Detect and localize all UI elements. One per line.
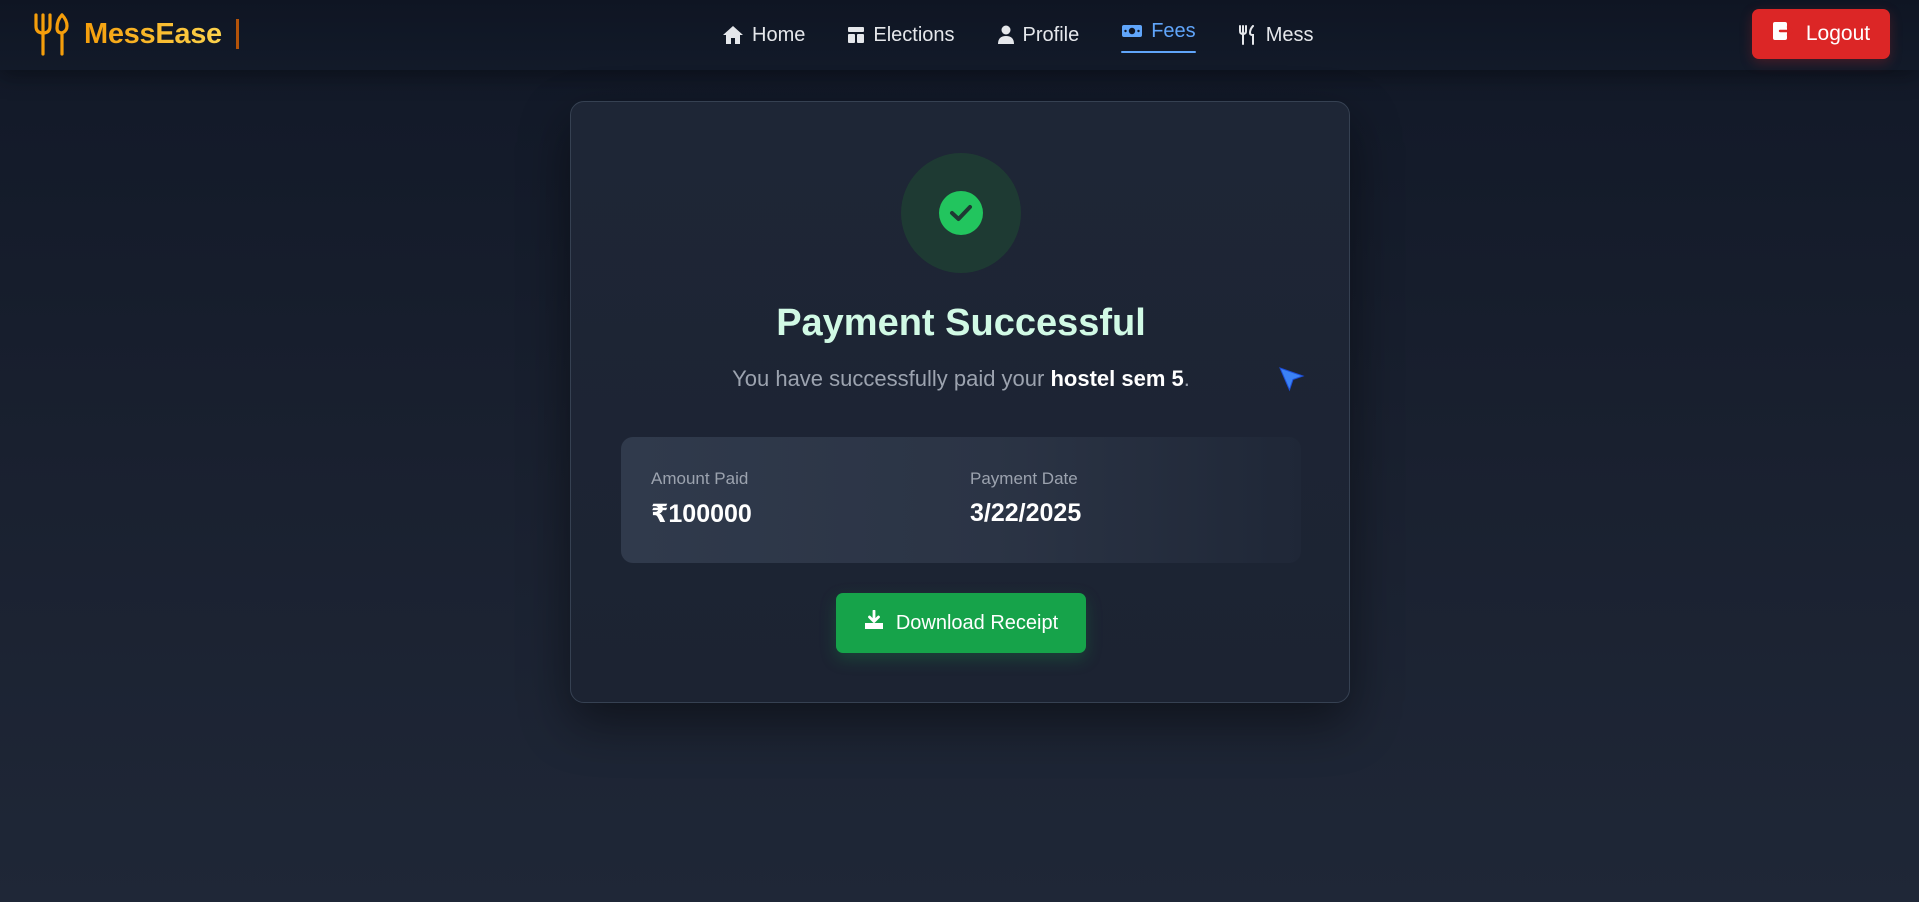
nav-links: Home Elections Profile Fees Mess bbox=[722, 17, 1313, 53]
payment-message: You have successfully paid your hostel s… bbox=[571, 366, 1351, 392]
payment-date-block: Payment Date 3/22/2025 bbox=[970, 469, 1081, 528]
download-receipt-label: Download Receipt bbox=[895, 611, 1059, 634]
nav-item-elections[interactable]: Elections bbox=[847, 17, 955, 53]
amount-paid-label: Amount Paid bbox=[651, 469, 749, 488]
payment-message-prefix: You have successfully paid your bbox=[732, 366, 1051, 391]
home-icon bbox=[722, 25, 744, 45]
brand-logo[interactable]: MessEase bbox=[32, 10, 239, 58]
nav-item-label: Profile bbox=[1022, 23, 1080, 46]
payment-date-value: 3/22/2025 bbox=[970, 499, 1082, 527]
download-icon bbox=[864, 609, 884, 636]
amount-paid-value: ₹100000 bbox=[651, 500, 752, 528]
payment-success-card: Payment Successful You have successfully… bbox=[570, 101, 1350, 703]
nav-item-profile[interactable]: Profile bbox=[997, 17, 1080, 53]
check-circle-icon bbox=[939, 191, 983, 235]
nav-item-mess[interactable]: Mess bbox=[1238, 17, 1314, 53]
nav-item-label: Fees bbox=[1151, 19, 1196, 42]
nav-item-label: Elections bbox=[873, 23, 955, 46]
payment-details: Amount Paid ₹100000 Payment Date 3/22/20… bbox=[621, 437, 1301, 563]
brand-divider bbox=[235, 19, 239, 49]
logout-label: Logout bbox=[1805, 22, 1871, 45]
success-badge bbox=[901, 153, 1021, 273]
page-title: Payment Successful bbox=[776, 302, 1146, 344]
nav-item-fees[interactable]: Fees bbox=[1121, 13, 1197, 53]
payment-message-suffix: . bbox=[1183, 366, 1190, 391]
nav-item-home[interactable]: Home bbox=[722, 17, 805, 53]
payment-date-label: Payment Date bbox=[970, 469, 1078, 488]
user-icon bbox=[997, 25, 1015, 45]
nav-item-label: Mess bbox=[1265, 23, 1314, 46]
fork-knife-icon bbox=[32, 12, 74, 56]
download-receipt-button[interactable]: Download Receipt bbox=[836, 593, 1086, 653]
mouse-pointer-icon bbox=[1278, 365, 1306, 398]
logout-icon bbox=[1772, 21, 1794, 47]
money-icon bbox=[1121, 23, 1143, 39]
elections-icon bbox=[847, 26, 865, 44]
amount-paid-block: Amount Paid ₹100000 bbox=[651, 469, 752, 529]
brand-name: MessEase bbox=[84, 17, 222, 50]
navbar: MessEase Home Elections Profile Fees Mes… bbox=[0, 0, 1919, 70]
logout-button[interactable]: Logout bbox=[1752, 9, 1890, 59]
payment-item: hostel sem 5 bbox=[1050, 366, 1184, 391]
utensils-icon bbox=[1238, 25, 1258, 45]
nav-item-label: Home bbox=[752, 23, 806, 46]
